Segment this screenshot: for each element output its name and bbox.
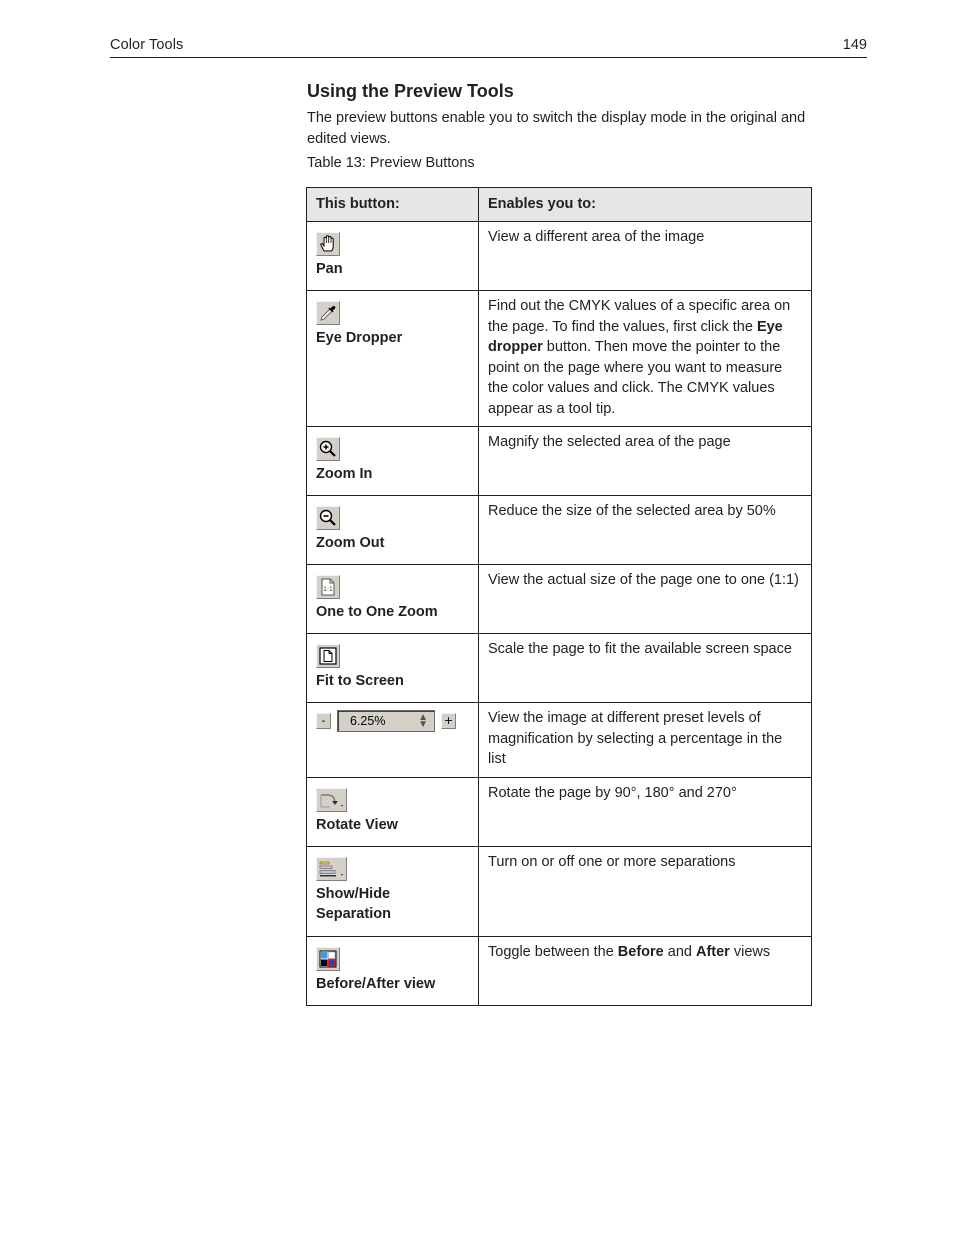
bold-term: Before [617, 943, 664, 960]
table-row: Zoom In Magnify the selected area of the… [306, 426, 812, 496]
intro-paragraph: The preview buttons enable you to switch… [307, 110, 806, 147]
eye-dropper-icon[interactable] [316, 301, 340, 325]
table-header-row: This button: Enables you to: [306, 187, 812, 222]
section-title: Color Tools [110, 37, 184, 53]
zoom-level-value: 6.25% [350, 714, 386, 728]
tool-name: Rotate View [316, 816, 398, 833]
tool-name: Pan [316, 261, 343, 277]
preview-buttons-table: This button: Enables you to: Pan View a … [306, 187, 812, 1006]
spinner-arrows-icon[interactable]: ▲ ▼ [418, 713, 428, 730]
table-row: Fit to Screen Scale the page to fit the … [306, 633, 812, 703]
zoom-level-control: - 6.25% ▲ ▼ + [316, 709, 469, 733]
tool-name: Before/After view [316, 975, 436, 992]
table-row: - 6.25% ▲ ▼ + View the image at different… [306, 702, 812, 778]
zoom-level-select[interactable]: 6.25% ▲ ▼ [337, 710, 435, 732]
tool-description: Reduce the size of the selected area by … [478, 495, 812, 565]
tool-name: Fit to Screen [316, 673, 404, 689]
content: Using the Preview Tools The preview butt… [307, 78, 837, 173]
table-caption: Table 13: Preview Buttons [307, 155, 475, 171]
fit-to-screen-icon[interactable] [316, 644, 340, 668]
table-row: Before/After view Toggle between the Bef… [306, 935, 812, 1006]
table-row: 1:1 One to One Zoom View the actual size… [306, 564, 812, 634]
zoom-decrease-button[interactable]: - [316, 713, 331, 729]
table-row: Eye Dropper Find out the CMYK values of … [306, 290, 812, 427]
tool-description: View a different area of the image [478, 221, 812, 291]
tool-name: Zoom In [316, 466, 373, 482]
section-heading: Using the Preview Tools [307, 81, 514, 101]
tool-description: View the image at different preset level… [478, 702, 812, 778]
table-row: Pan View a different area of the image [306, 221, 812, 291]
tool-description: Toggle between the Before and After view… [478, 935, 812, 1006]
zoom-in-icon[interactable] [316, 437, 340, 461]
svg-text:1:1: 1:1 [323, 586, 333, 593]
tool-name: Eye Dropper [316, 330, 403, 346]
page-header: Color Tools 149 [110, 37, 867, 58]
show-hide-separation-icon[interactable] [316, 856, 347, 881]
tool-description: Find out the CMYK values of a specific a… [478, 290, 812, 427]
tool-name: One to One Zoom [316, 604, 438, 620]
bold-term: After [695, 943, 730, 960]
tool-description: Scale the page to fit the available scre… [478, 633, 812, 703]
tool-description: Rotate the page by 90°, 180° and 270° [478, 776, 812, 847]
rotate-view-icon[interactable] [316, 787, 347, 812]
one-to-one-zoom-icon[interactable]: 1:1 [316, 575, 340, 599]
zoom-out-icon[interactable] [316, 506, 340, 530]
column-header-button: This button: [306, 187, 479, 222]
tool-description: Magnify the selected area of the page [478, 426, 812, 496]
page-number: 149 [842, 37, 867, 53]
pan-hand-icon[interactable] [316, 232, 340, 256]
tool-description: View the actual size of the page one to … [478, 564, 812, 634]
zoom-increase-button[interactable]: + [441, 713, 456, 729]
tool-name: Show/Hide Separation [316, 885, 391, 923]
table-row: Zoom Out Reduce the size of the selected… [306, 495, 812, 565]
tool-description: Turn on or off one or more separations [478, 845, 812, 937]
before-after-view-icon[interactable] [316, 946, 340, 971]
column-header-description: Enables you to: [478, 187, 812, 222]
tool-name: Zoom Out [316, 535, 385, 551]
table-row: Rotate View Rotate the page by 90°, 180°… [306, 776, 812, 847]
table-row: Show/Hide Separation Turn on or off one … [306, 845, 812, 937]
